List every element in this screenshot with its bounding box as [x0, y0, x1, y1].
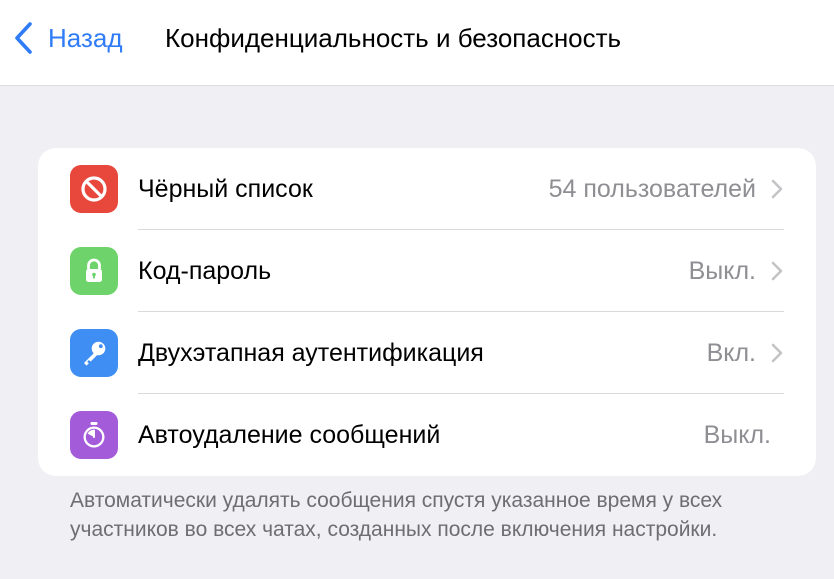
row-label: Двухэтапная аутентификация [138, 339, 484, 367]
settings-row-two-step-verification[interactable]: Двухэтапная аутентификация Вкл. [38, 312, 816, 394]
chevron-right-icon [771, 261, 783, 281]
auto-delete-description: Автоматически удалять сообщения спустя у… [70, 489, 723, 541]
row-value: Вкл. [706, 339, 756, 367]
settings-row-auto-delete-messages[interactable]: Автоудаление сообщений Выкл. [38, 394, 816, 476]
chevron-left-icon [15, 22, 32, 54]
back-button[interactable]: Назад [12, 18, 123, 58]
settings-row-blocked-users[interactable]: Чёрный список 54 пользователей [38, 148, 816, 230]
page-title: Конфиденциальность и безопасность [165, 23, 622, 53]
timer-icon [70, 411, 118, 459]
key-icon [70, 329, 118, 377]
back-button-label: Назад [48, 23, 123, 53]
chevron-right-icon [771, 343, 783, 363]
navigation-bar: Назад Конфиденциальность и безопасность [0, 0, 834, 86]
row-label: Чёрный список [138, 175, 313, 203]
row-value: Выкл. [688, 257, 756, 285]
block-icon [70, 165, 118, 213]
chevron-right-icon [771, 179, 783, 199]
row-value: Выкл. [703, 421, 771, 449]
row-label: Автоудаление сообщений [138, 421, 441, 449]
settings-row-passcode[interactable]: Код-пароль Выкл. [38, 230, 816, 312]
row-value: 54 пользователей [548, 175, 756, 203]
settings-list: Чёрный список 54 пользователей Код-парол… [38, 148, 816, 476]
row-label: Код-пароль [138, 257, 272, 285]
lock-icon [70, 247, 118, 295]
